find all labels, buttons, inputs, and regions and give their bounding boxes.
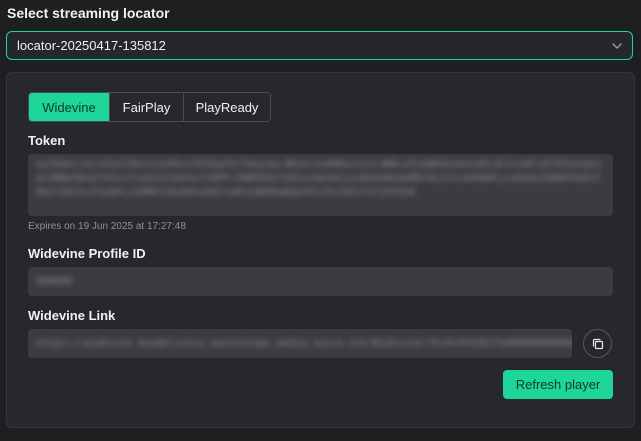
widevine-profile-field[interactable]: 000000 xyxy=(28,267,613,296)
profile-id-redacted: 000000 xyxy=(36,276,73,287)
token-expiry-text: Expires on 19 Jun 2025 at 17:27:48 xyxy=(28,221,186,232)
refresh-player-button[interactable]: Refresh player xyxy=(503,370,613,399)
widevine-profile-label: Widevine Profile ID xyxy=(28,246,146,261)
copy-icon xyxy=(592,338,603,349)
widevine-link-label: Widevine Link xyxy=(28,308,116,323)
drm-panel: Widevine FairPlay PlayReady Token eyJhbG… xyxy=(6,72,635,428)
chevron-down-icon xyxy=(612,43,622,49)
tab-widevine[interactable]: Widevine xyxy=(29,93,109,121)
page-title: Select streaming locator xyxy=(7,5,170,21)
tab-playready[interactable]: PlayReady xyxy=(183,93,270,121)
token-label: Token xyxy=(28,133,66,148)
token-value-redacted: eyJhbGciOiJIUzI1NiIsInR5cCI6IkpXVCJ9eyJp… xyxy=(36,159,602,198)
drm-tabs: Widevine FairPlay PlayReady xyxy=(28,92,271,122)
widevine-link-field[interactable]: https://widevine.keydelivery.westeurope.… xyxy=(28,329,572,358)
streaming-locator-select[interactable]: locator-20250417-135812 xyxy=(6,31,633,60)
locator-select-value: locator-20250417-135812 xyxy=(17,38,166,53)
token-field[interactable]: eyJhbGciOiJIUzI1NiIsInR5cCI6IkpXVCJ9eyJp… xyxy=(28,154,613,216)
copy-link-button[interactable] xyxy=(583,329,612,358)
link-value-redacted: https://widevine.keydelivery.westeurope.… xyxy=(36,338,572,349)
tab-fairplay[interactable]: FairPlay xyxy=(109,93,183,121)
